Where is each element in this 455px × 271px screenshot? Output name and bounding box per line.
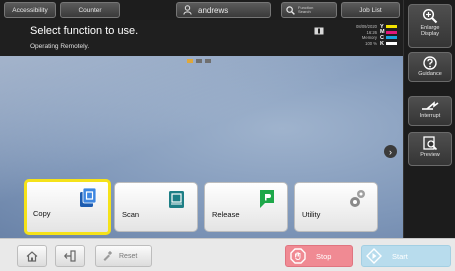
scan-function-button[interactable]: Scan — [114, 182, 198, 232]
user-tab[interactable]: andrews — [176, 2, 271, 18]
guidance-label: Guidance — [418, 71, 442, 77]
stop-button[interactable]: Stop — [285, 245, 353, 267]
toner-row: K — [380, 41, 400, 47]
utility-label: Utility — [302, 210, 321, 219]
page-title: Select function to use. — [30, 25, 139, 37]
function-area: › Copy Scan Release Utility — [0, 56, 403, 238]
accessibility-tab[interactable]: Accessibility — [4, 2, 56, 18]
search-label-line2: Search — [298, 9, 311, 14]
enlarge-display-button[interactable]: Enlarge Display — [408, 4, 452, 48]
side-panel: Enlarge Display Guidance Interrupt Previ… — [403, 0, 455, 271]
job-list-tab[interactable]: Job List — [341, 2, 400, 18]
bottom-bar: Reset Stop Start — [0, 238, 455, 271]
toner-level-bar — [386, 42, 397, 46]
release-label: Release — [212, 210, 240, 219]
date-time-memory: 08/09/2020 16:26 Memory 100 % — [345, 24, 377, 46]
page-dot — [196, 59, 202, 63]
scan-icon — [169, 191, 184, 208]
page-dot — [205, 59, 211, 63]
home-button[interactable] — [17, 245, 47, 267]
enlarge-label-line2: Display — [420, 31, 440, 37]
counter-label: Counter — [78, 6, 102, 14]
start-button[interactable]: Start — [361, 245, 451, 267]
utility-function-button[interactable]: Utility — [294, 182, 378, 232]
zoom-icon — [422, 8, 438, 24]
preview-icon — [423, 136, 438, 151]
interrupt-label: Interrupt — [419, 113, 441, 119]
home-icon — [26, 250, 38, 262]
reset-button[interactable]: Reset — [95, 245, 152, 267]
memory-value: 100 % — [365, 40, 377, 46]
interrupt-icon — [422, 101, 439, 110]
stop-icon — [290, 248, 306, 264]
header: Select function to use. Operating Remote… — [0, 20, 403, 56]
status-message: Operating Remotely. — [30, 43, 90, 50]
page-dot — [187, 59, 193, 63]
toner-level-bar — [386, 25, 397, 29]
job-list-label: Job List — [359, 6, 382, 14]
release-function-button[interactable]: Release — [204, 182, 288, 232]
pause-status-icon — [314, 27, 324, 35]
accessibility-label: Accessibility — [12, 6, 48, 14]
page-indicator — [187, 59, 211, 63]
logout-icon — [64, 250, 76, 262]
toner-level-bar — [386, 36, 397, 40]
start-icon — [366, 248, 382, 264]
scan-label: Scan — [122, 210, 140, 219]
guidance-button[interactable]: Guidance — [408, 52, 452, 82]
user-name: andrews — [198, 5, 229, 15]
next-page-arrow-icon[interactable]: › — [384, 145, 397, 158]
start-label: Start — [392, 251, 408, 261]
stop-label: Stop — [316, 251, 332, 261]
release-icon — [260, 190, 274, 208]
preview-label: Preview — [420, 152, 440, 158]
function-search-tab[interactable]: Function Search — [281, 2, 337, 18]
toner-level-bar — [386, 30, 397, 34]
copy-icon — [80, 187, 97, 207]
reset-label: Reset — [119, 252, 138, 260]
top-bar: Accessibility Counter andrews Function S… — [0, 0, 403, 20]
copy-label: Copy — [33, 209, 51, 218]
help-icon — [423, 56, 437, 70]
copy-function-button[interactable]: Copy — [24, 179, 111, 235]
reset-icon — [103, 251, 112, 261]
logout-button[interactable] — [55, 245, 85, 267]
gear-icon — [350, 190, 365, 207]
toner-levels: YMCK — [380, 24, 400, 47]
user-icon — [183, 5, 192, 15]
search-icon — [286, 5, 295, 15]
preview-button[interactable]: Preview — [408, 132, 452, 166]
interrupt-button[interactable]: Interrupt — [408, 96, 452, 126]
counter-tab[interactable]: Counter — [60, 2, 120, 18]
